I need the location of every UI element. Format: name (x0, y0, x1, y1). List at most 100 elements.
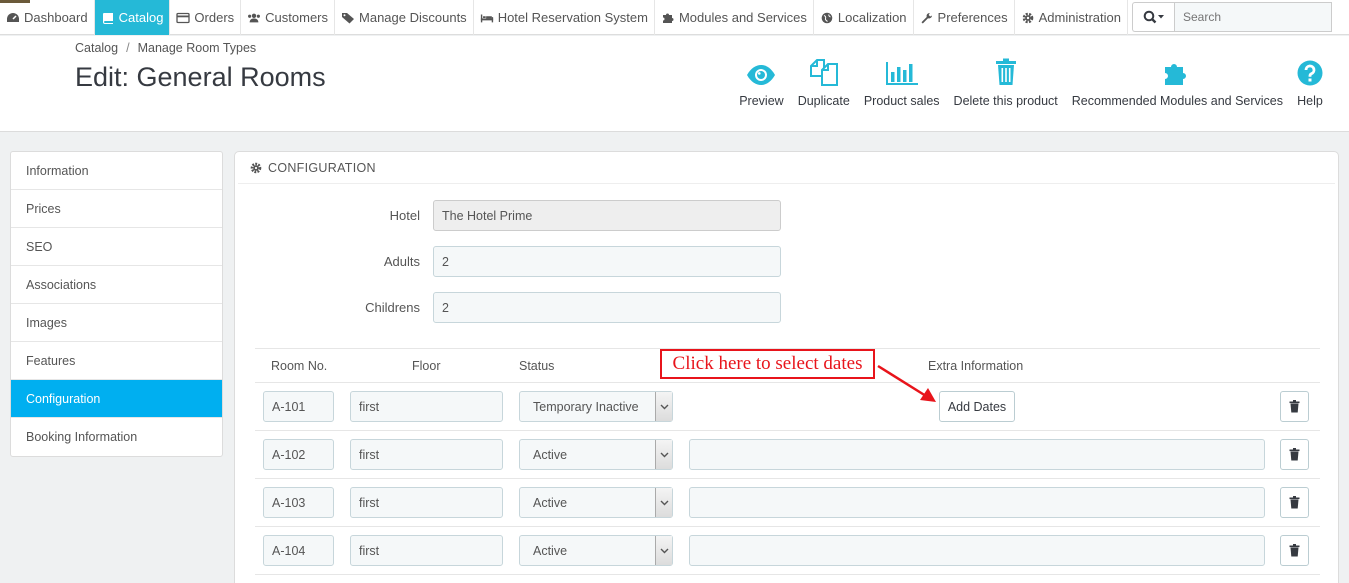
table-row: Active (255, 431, 1320, 479)
nav-label: Preferences (937, 10, 1008, 25)
nav-label: Catalog (118, 10, 164, 25)
product-tabs: Information Prices SEO Associations Imag… (10, 151, 223, 457)
nav-dashboard[interactable]: Dashboard (0, 0, 95, 35)
status-value: Temporary Inactive (533, 400, 639, 414)
toolbar-label: Help (1297, 94, 1323, 108)
status-select[interactable]: Active (519, 487, 673, 518)
preview-button[interactable]: Preview (739, 54, 784, 108)
product-sales-button[interactable]: Product sales (864, 54, 940, 108)
nav-customers[interactable]: Customers (241, 0, 336, 35)
room-no-input[interactable] (263, 535, 334, 566)
status-value: Active (533, 544, 568, 558)
nav-label: Customers (265, 10, 329, 25)
search-group (1132, 0, 1332, 34)
room-no-input[interactable] (263, 439, 334, 470)
tab-associations[interactable]: Associations (11, 266, 222, 304)
copy-icon (809, 59, 838, 86)
delete-room-button[interactable] (1280, 439, 1309, 470)
toolbar-label: Duplicate (797, 94, 850, 108)
extra-information-input[interactable] (689, 535, 1265, 566)
breadcrumb-item[interactable]: Manage Room Types (138, 41, 257, 55)
recommended-modules-button[interactable]: Recommended Modules and Services (1072, 54, 1283, 108)
col-room-no: Room No. (271, 359, 328, 373)
room-no-input[interactable] (263, 391, 334, 422)
chevron-down-icon (655, 392, 672, 421)
users-icon (248, 13, 261, 22)
col-status: Status (519, 359, 555, 373)
extra-information-input[interactable] (689, 439, 1265, 470)
nav-catalog[interactable]: Catalog (94, 0, 171, 35)
nav-hotel-reservation-system[interactable]: Hotel Reservation System (474, 0, 655, 35)
room-no-input[interactable] (263, 487, 334, 518)
delete-room-button[interactable] (1280, 535, 1309, 566)
floor-input[interactable] (350, 535, 503, 566)
credit-card-icon (176, 12, 191, 23)
tab-images[interactable]: Images (11, 304, 222, 342)
delete-room-button[interactable] (1280, 487, 1309, 518)
toolbar-label: Preview (739, 94, 784, 108)
cog-icon (250, 162, 262, 173)
search-input[interactable] (1174, 2, 1332, 32)
floor-input[interactable] (350, 439, 503, 470)
trash-icon (1289, 400, 1300, 413)
table-row: Temporary Inactive Add Dates (255, 383, 1320, 431)
nav-orders[interactable]: Orders (170, 0, 242, 35)
puzzle-icon (1165, 64, 1187, 85)
puzzle-icon (662, 13, 674, 23)
top-nav: Dashboard Catalog Orders Customers Manag… (0, 0, 1349, 35)
adults-field[interactable] (433, 246, 781, 277)
tab-booking-information[interactable]: Booking Information (11, 418, 222, 456)
help-button[interactable]: Help (1297, 54, 1323, 108)
nav-localization[interactable]: Localization (814, 0, 914, 35)
tab-configuration[interactable]: Configuration (11, 380, 222, 418)
tab-information[interactable]: Information (11, 152, 222, 190)
nav-modules-and-services[interactable]: Modules and Services (655, 0, 814, 35)
panel-heading: CONFIGURATION (238, 152, 1335, 184)
chevron-down-icon (655, 488, 672, 517)
search-icon (1143, 10, 1164, 24)
tab-prices[interactable]: Prices (11, 190, 222, 228)
toolbar-label: Delete this product (953, 94, 1058, 108)
delete-product-button[interactable]: Delete this product (954, 54, 1058, 108)
floor-input[interactable] (350, 487, 503, 518)
status-value: Active (533, 448, 568, 462)
page-title: Edit: General Rooms (75, 62, 326, 92)
status-select[interactable]: Active (519, 439, 673, 470)
floor-input[interactable] (350, 391, 503, 422)
status-select[interactable]: Active (519, 535, 673, 566)
book-icon (102, 12, 113, 24)
nav-administration[interactable]: Administration (1015, 0, 1128, 35)
nav-label: Hotel Reservation System (497, 10, 648, 25)
childrens-label: Childrens (365, 300, 420, 315)
toolbar-label: Product sales (863, 94, 940, 108)
extra-information-input[interactable] (689, 487, 1265, 518)
search-type-button[interactable] (1132, 2, 1174, 32)
tab-seo[interactable]: SEO (11, 228, 222, 266)
adults-row: Adults (235, 246, 1035, 278)
arrow-icon (877, 364, 936, 402)
table-row: Active (255, 479, 1320, 527)
breadcrumb: Catalog / Manage Room Types (75, 41, 256, 55)
nav-preferences[interactable]: Preferences (914, 0, 1015, 35)
tab-features[interactable]: Features (11, 342, 222, 380)
page-header: Catalog / Manage Room Types Edit: General … (0, 36, 1349, 132)
panel-title: CONFIGURATION (268, 160, 376, 175)
table-row: Active (255, 527, 1320, 575)
nav-label: Dashboard (24, 10, 88, 25)
add-dates-button[interactable]: Add Dates (939, 391, 1015, 422)
trash-icon (1289, 448, 1300, 461)
annotation-callout: Click here to select dates (660, 349, 875, 379)
eye-icon (747, 65, 776, 85)
duplicate-button[interactable]: Duplicate (798, 54, 850, 108)
nav-manage-discounts[interactable]: Manage Discounts (335, 0, 474, 35)
status-value: Active (533, 496, 568, 510)
nav-label: Administration (1038, 10, 1121, 25)
childrens-field[interactable] (433, 292, 781, 323)
col-floor: Floor (412, 359, 441, 373)
delete-room-button[interactable] (1280, 391, 1309, 422)
tag-icon (342, 12, 355, 23)
status-select[interactable]: Temporary Inactive (519, 391, 673, 422)
nav-label: Manage Discounts (359, 10, 467, 25)
breadcrumb-item[interactable]: Catalog (75, 41, 118, 55)
dashboard-icon (7, 12, 19, 22)
